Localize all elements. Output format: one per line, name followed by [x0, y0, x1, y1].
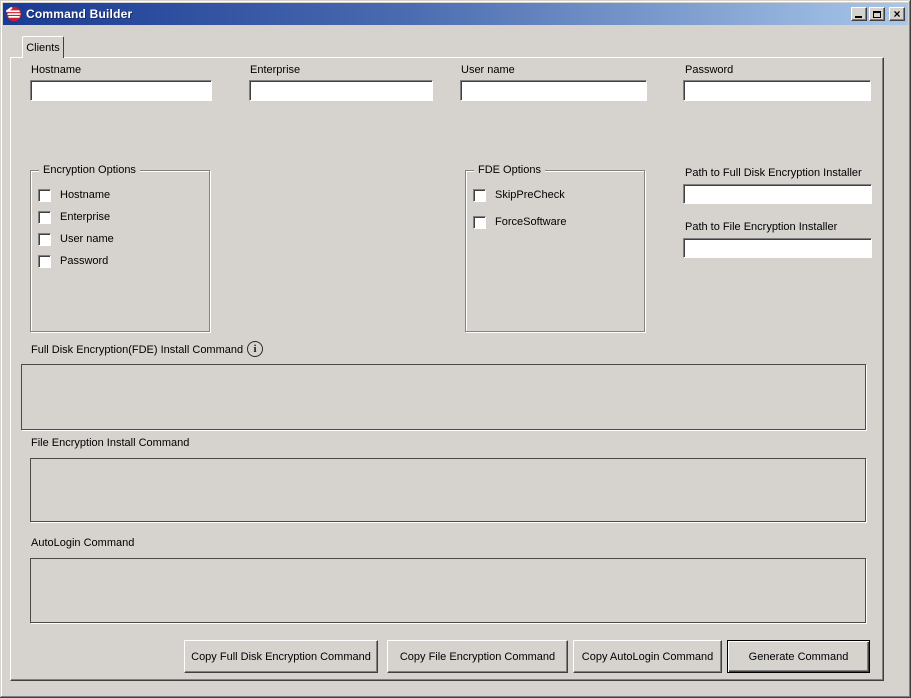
fde-options-legend: FDE Options	[474, 164, 545, 177]
tab-clients-label: Clients	[26, 42, 60, 54]
fde-options-group: FDE Options SkipPreCheck ForceSoftware	[465, 170, 645, 332]
checkbox-enc-enterprise[interactable]	[38, 211, 51, 224]
command-builder-window: Command Builder × Clients Hostname Enter…	[0, 0, 911, 698]
titlebar: Command Builder ×	[3, 3, 908, 25]
checkbox-enc-hostname[interactable]	[38, 189, 51, 202]
checkbox-enc-username-label: User name	[60, 233, 114, 246]
file-installer-path-label: Path to File Encryption Installer	[685, 221, 837, 234]
hostname-input[interactable]	[30, 80, 212, 101]
file-command-label: File Encryption Install Command	[31, 437, 189, 450]
copy-fde-command-button[interactable]: Copy Full Disk Encryption Command	[184, 640, 378, 673]
minimize-button[interactable]	[851, 7, 867, 21]
username-label: User name	[461, 64, 515, 77]
checkbox-skipprecheck-label: SkipPreCheck	[495, 189, 565, 202]
checkbox-row: Hostname	[38, 189, 110, 202]
checkbox-enc-password[interactable]	[38, 255, 51, 268]
enterprise-label: Enterprise	[250, 64, 300, 77]
checkbox-enc-password-label: Password	[60, 255, 108, 268]
info-icon-glyph: i	[253, 343, 256, 355]
file-command-output[interactable]	[30, 458, 866, 522]
checkbox-enc-hostname-label: Hostname	[60, 189, 110, 202]
window-title: Command Builder	[26, 7, 851, 21]
fde-installer-path-input[interactable]	[683, 184, 872, 204]
checkbox-forcesoftware[interactable]	[473, 216, 486, 229]
hostname-label: Hostname	[31, 64, 81, 77]
copy-file-command-button[interactable]: Copy File Encryption Command	[387, 640, 568, 673]
copy-autologin-command-button[interactable]: Copy AutoLogin Command	[573, 640, 722, 673]
encryption-options-group: Encryption Options Hostname Enterprise U…	[30, 170, 210, 332]
fde-command-label: Full Disk Encryption(FDE) Install Comman…	[31, 344, 243, 357]
checkbox-enc-username[interactable]	[38, 233, 51, 246]
fde-command-output[interactable]	[21, 364, 866, 430]
username-input[interactable]	[460, 80, 647, 101]
password-label: Password	[685, 64, 733, 77]
autologin-command-output[interactable]	[30, 558, 866, 623]
maximize-button[interactable]	[869, 7, 885, 21]
info-icon[interactable]: i	[247, 341, 263, 357]
generate-command-button[interactable]: Generate Command	[727, 640, 870, 673]
tab-clients[interactable]: Clients	[22, 36, 64, 58]
checkbox-forcesoftware-label: ForceSoftware	[495, 216, 567, 229]
checkbox-row: Password	[38, 255, 108, 268]
maximize-icon	[873, 11, 881, 18]
app-logo-icon	[6, 6, 22, 22]
password-input[interactable]	[683, 80, 871, 101]
encryption-options-legend: Encryption Options	[39, 164, 140, 177]
checkbox-row: ForceSoftware	[473, 216, 567, 229]
fde-installer-path-label: Path to Full Disk Encryption Installer	[685, 167, 862, 180]
close-button[interactable]: ×	[889, 7, 905, 21]
checkbox-row: Enterprise	[38, 211, 110, 224]
checkbox-enc-enterprise-label: Enterprise	[60, 211, 110, 224]
window-controls: ×	[851, 7, 905, 21]
enterprise-input[interactable]	[249, 80, 433, 101]
close-icon: ×	[893, 9, 900, 19]
checkbox-skipprecheck[interactable]	[473, 189, 486, 202]
checkbox-row: User name	[38, 233, 114, 246]
checkbox-row: SkipPreCheck	[473, 189, 565, 202]
autologin-command-label: AutoLogin Command	[31, 537, 134, 550]
minimize-icon	[855, 16, 862, 18]
file-installer-path-input[interactable]	[683, 238, 872, 258]
